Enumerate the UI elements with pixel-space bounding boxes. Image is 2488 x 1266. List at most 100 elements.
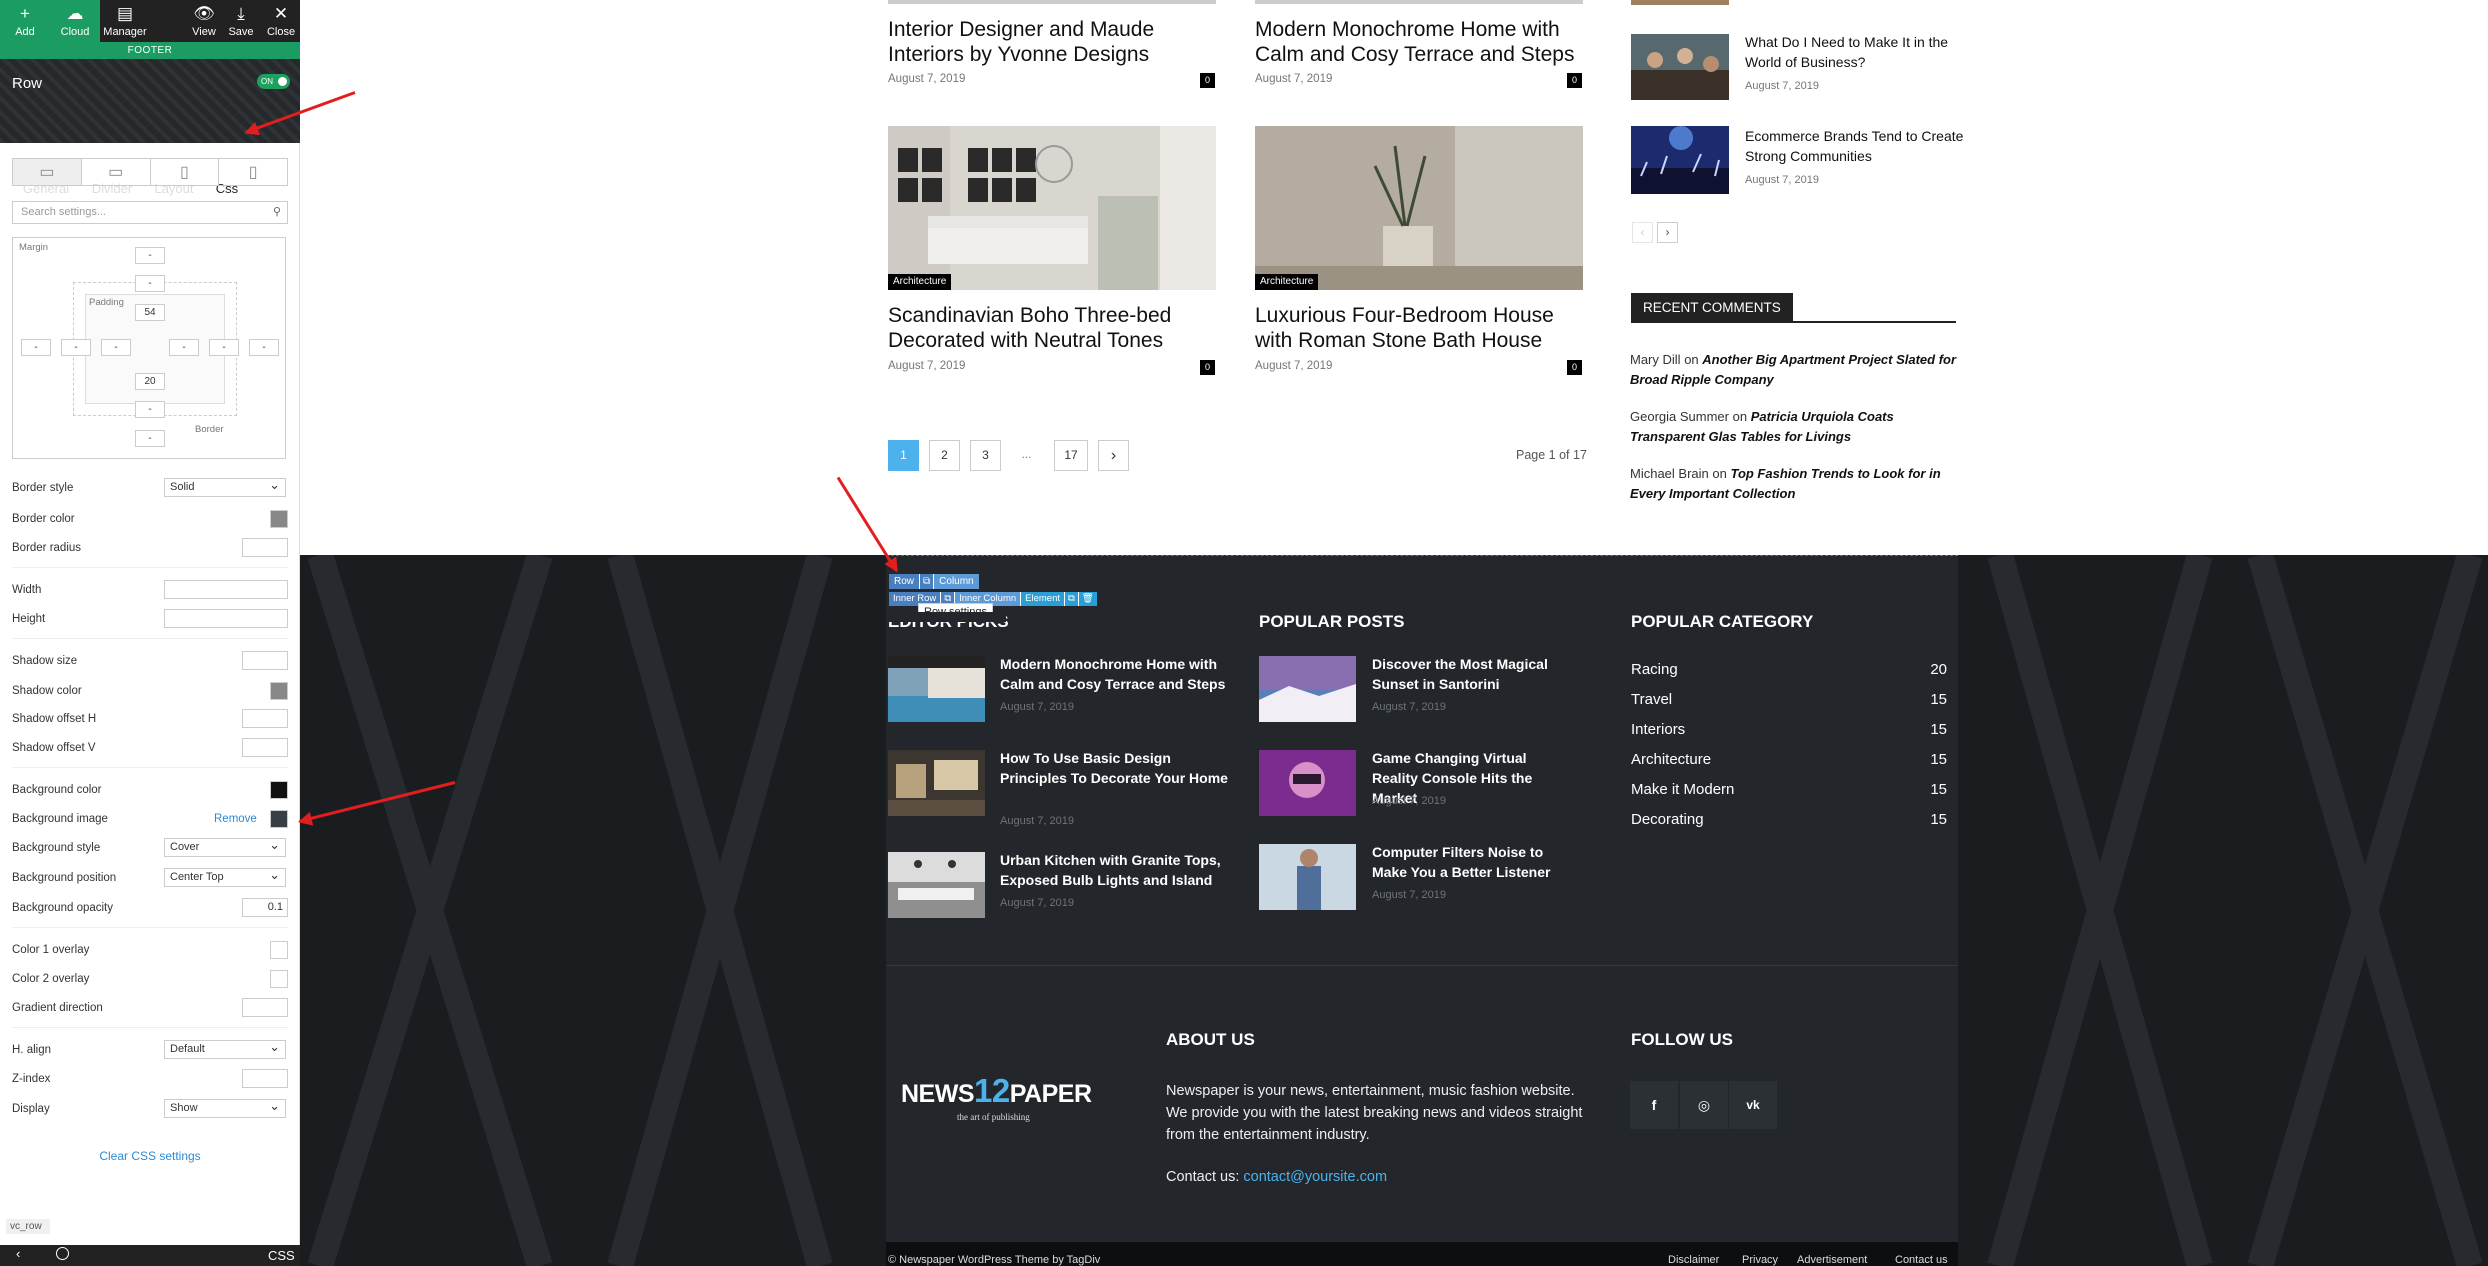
instagram-icon[interactable]: ◎ — [1680, 1081, 1728, 1129]
border-left-input[interactable]: - — [61, 339, 91, 356]
copy-icon[interactable]: ⧉ — [1064, 592, 1078, 606]
row-tag[interactable]: Row — [889, 574, 920, 589]
z-index-input[interactable] — [242, 1069, 288, 1088]
back-icon[interactable]: ‹ — [16, 1246, 20, 1261]
contact-email-link[interactable]: contact@yoursite.com — [1243, 1169, 1387, 1185]
facebook-icon[interactable]: f — [1630, 1081, 1678, 1129]
sidebar-post-title[interactable]: What Do I Need to Make It in the World o… — [1745, 32, 1965, 72]
editor-pick-thumbnail[interactable] — [888, 656, 985, 722]
post-title[interactable]: Scandinavian Boho Three-bed Decorated wi… — [888, 303, 1218, 353]
comment-count[interactable]: 0 — [1200, 73, 1215, 88]
border-color-swatch[interactable] — [270, 510, 288, 528]
row-toggle[interactable]: ON — [257, 74, 290, 89]
view-button[interactable]: 👁 View — [188, 0, 220, 42]
post-title[interactable]: Modern Monochrome Home with Calm and Cos… — [1255, 17, 1585, 67]
phone-icon[interactable]: ▯ — [219, 159, 287, 185]
editor-pick-title[interactable]: How To Use Basic Design Principles To De… — [1000, 748, 1230, 788]
page-2-button[interactable]: 2 — [929, 440, 960, 471]
margin-right-input[interactable]: - — [249, 339, 279, 356]
save-button[interactable]: ⤓ Save — [224, 0, 258, 42]
height-input[interactable] — [164, 609, 288, 628]
category-label[interactable]: Architecture — [1255, 274, 1319, 290]
background-opacity-input[interactable]: 0.1 — [242, 898, 288, 917]
margin-top-input[interactable]: - — [135, 247, 165, 264]
page-3-button[interactable]: 3 — [970, 440, 1001, 471]
color1-overlay-swatch[interactable] — [270, 941, 288, 959]
background-color-swatch[interactable] — [270, 781, 288, 799]
comment-count[interactable]: 0 — [1200, 360, 1215, 375]
add-button[interactable]: + Add — [0, 0, 50, 42]
tablet-portrait-icon[interactable]: ▯ — [151, 159, 220, 185]
gradient-direction-input[interactable] — [242, 998, 288, 1017]
margin-left-input[interactable]: - — [21, 339, 51, 356]
circle-icon[interactable] — [56, 1247, 69, 1260]
popular-post-thumbnail[interactable] — [1259, 750, 1356, 816]
advertisement-link[interactable]: Advertisement — [1797, 1254, 1867, 1266]
background-position-select[interactable]: Center Top — [164, 866, 286, 887]
remove-image-link[interactable]: Remove — [214, 809, 257, 829]
page-1-button[interactable]: 1 — [888, 440, 919, 471]
post-title[interactable]: Interior Designer and Maude Interiors by… — [888, 17, 1218, 67]
padding-top-input[interactable]: 54 — [135, 304, 165, 321]
border-right-input[interactable]: - — [209, 339, 239, 356]
editor-pick-thumbnail[interactable] — [888, 750, 985, 816]
comment-count[interactable]: 0 — [1567, 360, 1582, 375]
vk-icon[interactable]: vk — [1729, 1081, 1777, 1129]
border-top-input[interactable]: - — [135, 275, 165, 292]
disclaimer-link[interactable]: Disclaimer — [1668, 1254, 1719, 1266]
sidebar-next-button[interactable]: › — [1657, 222, 1678, 243]
border-style-select[interactable]: Solid — [164, 476, 286, 497]
color2-overlay-swatch[interactable] — [270, 970, 288, 988]
editor-pick-title[interactable]: Modern Monochrome Home with Calm and Cos… — [1000, 654, 1230, 694]
sidebar-prev-button[interactable]: ‹ — [1632, 222, 1653, 243]
delete-icon[interactable]: 🗑 — [1077, 592, 1097, 606]
category-item[interactable]: Travel 15 — [1631, 691, 1947, 708]
shadow-offset-v-input[interactable] — [242, 738, 288, 757]
shadow-size-input[interactable] — [242, 651, 288, 670]
column-tag[interactable]: Column — [933, 574, 979, 589]
popular-post-thumbnail[interactable] — [1259, 844, 1356, 910]
padding-bottom-input[interactable]: 20 — [135, 373, 165, 390]
popular-post-thumbnail[interactable] — [1259, 656, 1356, 722]
category-item[interactable]: Decorating 15 — [1631, 811, 1947, 828]
cloud-button[interactable]: ☁ Cloud — [50, 0, 100, 42]
category-item[interactable]: Make it Modern 15 — [1631, 781, 1947, 798]
category-item[interactable]: Architecture 15 — [1631, 751, 1947, 768]
comment-count[interactable]: 0 — [1567, 73, 1582, 88]
h-align-select[interactable]: Default — [164, 1038, 286, 1059]
css-indicator[interactable]: CSS — [268, 1248, 295, 1263]
sidebar-post-thumbnail[interactable] — [1631, 126, 1729, 194]
sidebar-post-thumbnail[interactable] — [1631, 34, 1729, 100]
shadow-color-swatch[interactable] — [270, 682, 288, 700]
post-thumbnail[interactable] — [1255, 126, 1583, 290]
privacy-link[interactable]: Privacy — [1742, 1254, 1778, 1266]
desktop-icon[interactable]: ▭ — [13, 159, 82, 185]
border-radius-input[interactable] — [242, 538, 288, 557]
editor-pick-title[interactable]: Urban Kitchen with Granite Tops, Exposed… — [1000, 850, 1230, 890]
post-title[interactable]: Luxurious Four-Bedroom House with Roman … — [1255, 303, 1585, 353]
close-button[interactable]: ✕ Close — [264, 0, 298, 42]
background-style-select[interactable]: Cover — [164, 836, 286, 857]
popular-post-title[interactable]: Computer Filters Noise to Make You a Bet… — [1372, 842, 1572, 882]
padding-right-input[interactable]: - — [169, 339, 199, 356]
search-settings-input[interactable]: Search settings... ⚲ — [12, 201, 288, 224]
next-page-icon[interactable]: › — [1098, 440, 1129, 471]
category-label[interactable]: Architecture — [888, 274, 952, 290]
border-bottom-input[interactable]: - — [135, 401, 165, 418]
manager-button[interactable]: ▤ Manager — [100, 0, 150, 42]
element-tag[interactable]: Element — [1020, 592, 1064, 606]
copy-icon[interactable]: ⧉ — [919, 574, 934, 589]
width-input[interactable] — [164, 580, 288, 599]
clear-css-link[interactable]: Clear CSS settings — [0, 1149, 300, 1163]
background-image-thumbnail[interactable] — [270, 810, 288, 828]
padding-left-input[interactable]: - — [101, 339, 131, 356]
category-item[interactable]: Racing 20 — [1631, 661, 1947, 678]
tablet-landscape-icon[interactable]: ▭ — [82, 159, 151, 185]
shadow-offset-h-input[interactable] — [242, 709, 288, 728]
sidebar-post-title[interactable]: Ecommerce Brands Tend to Create Strong C… — [1745, 126, 1965, 166]
display-select[interactable]: Show — [164, 1097, 286, 1118]
page-17-button[interactable]: 17 — [1054, 440, 1088, 471]
margin-bottom-input[interactable]: - — [135, 430, 165, 447]
post-thumbnail[interactable] — [888, 126, 1216, 290]
site-logo[interactable]: NEWS12PAPER — [901, 1072, 1092, 1110]
